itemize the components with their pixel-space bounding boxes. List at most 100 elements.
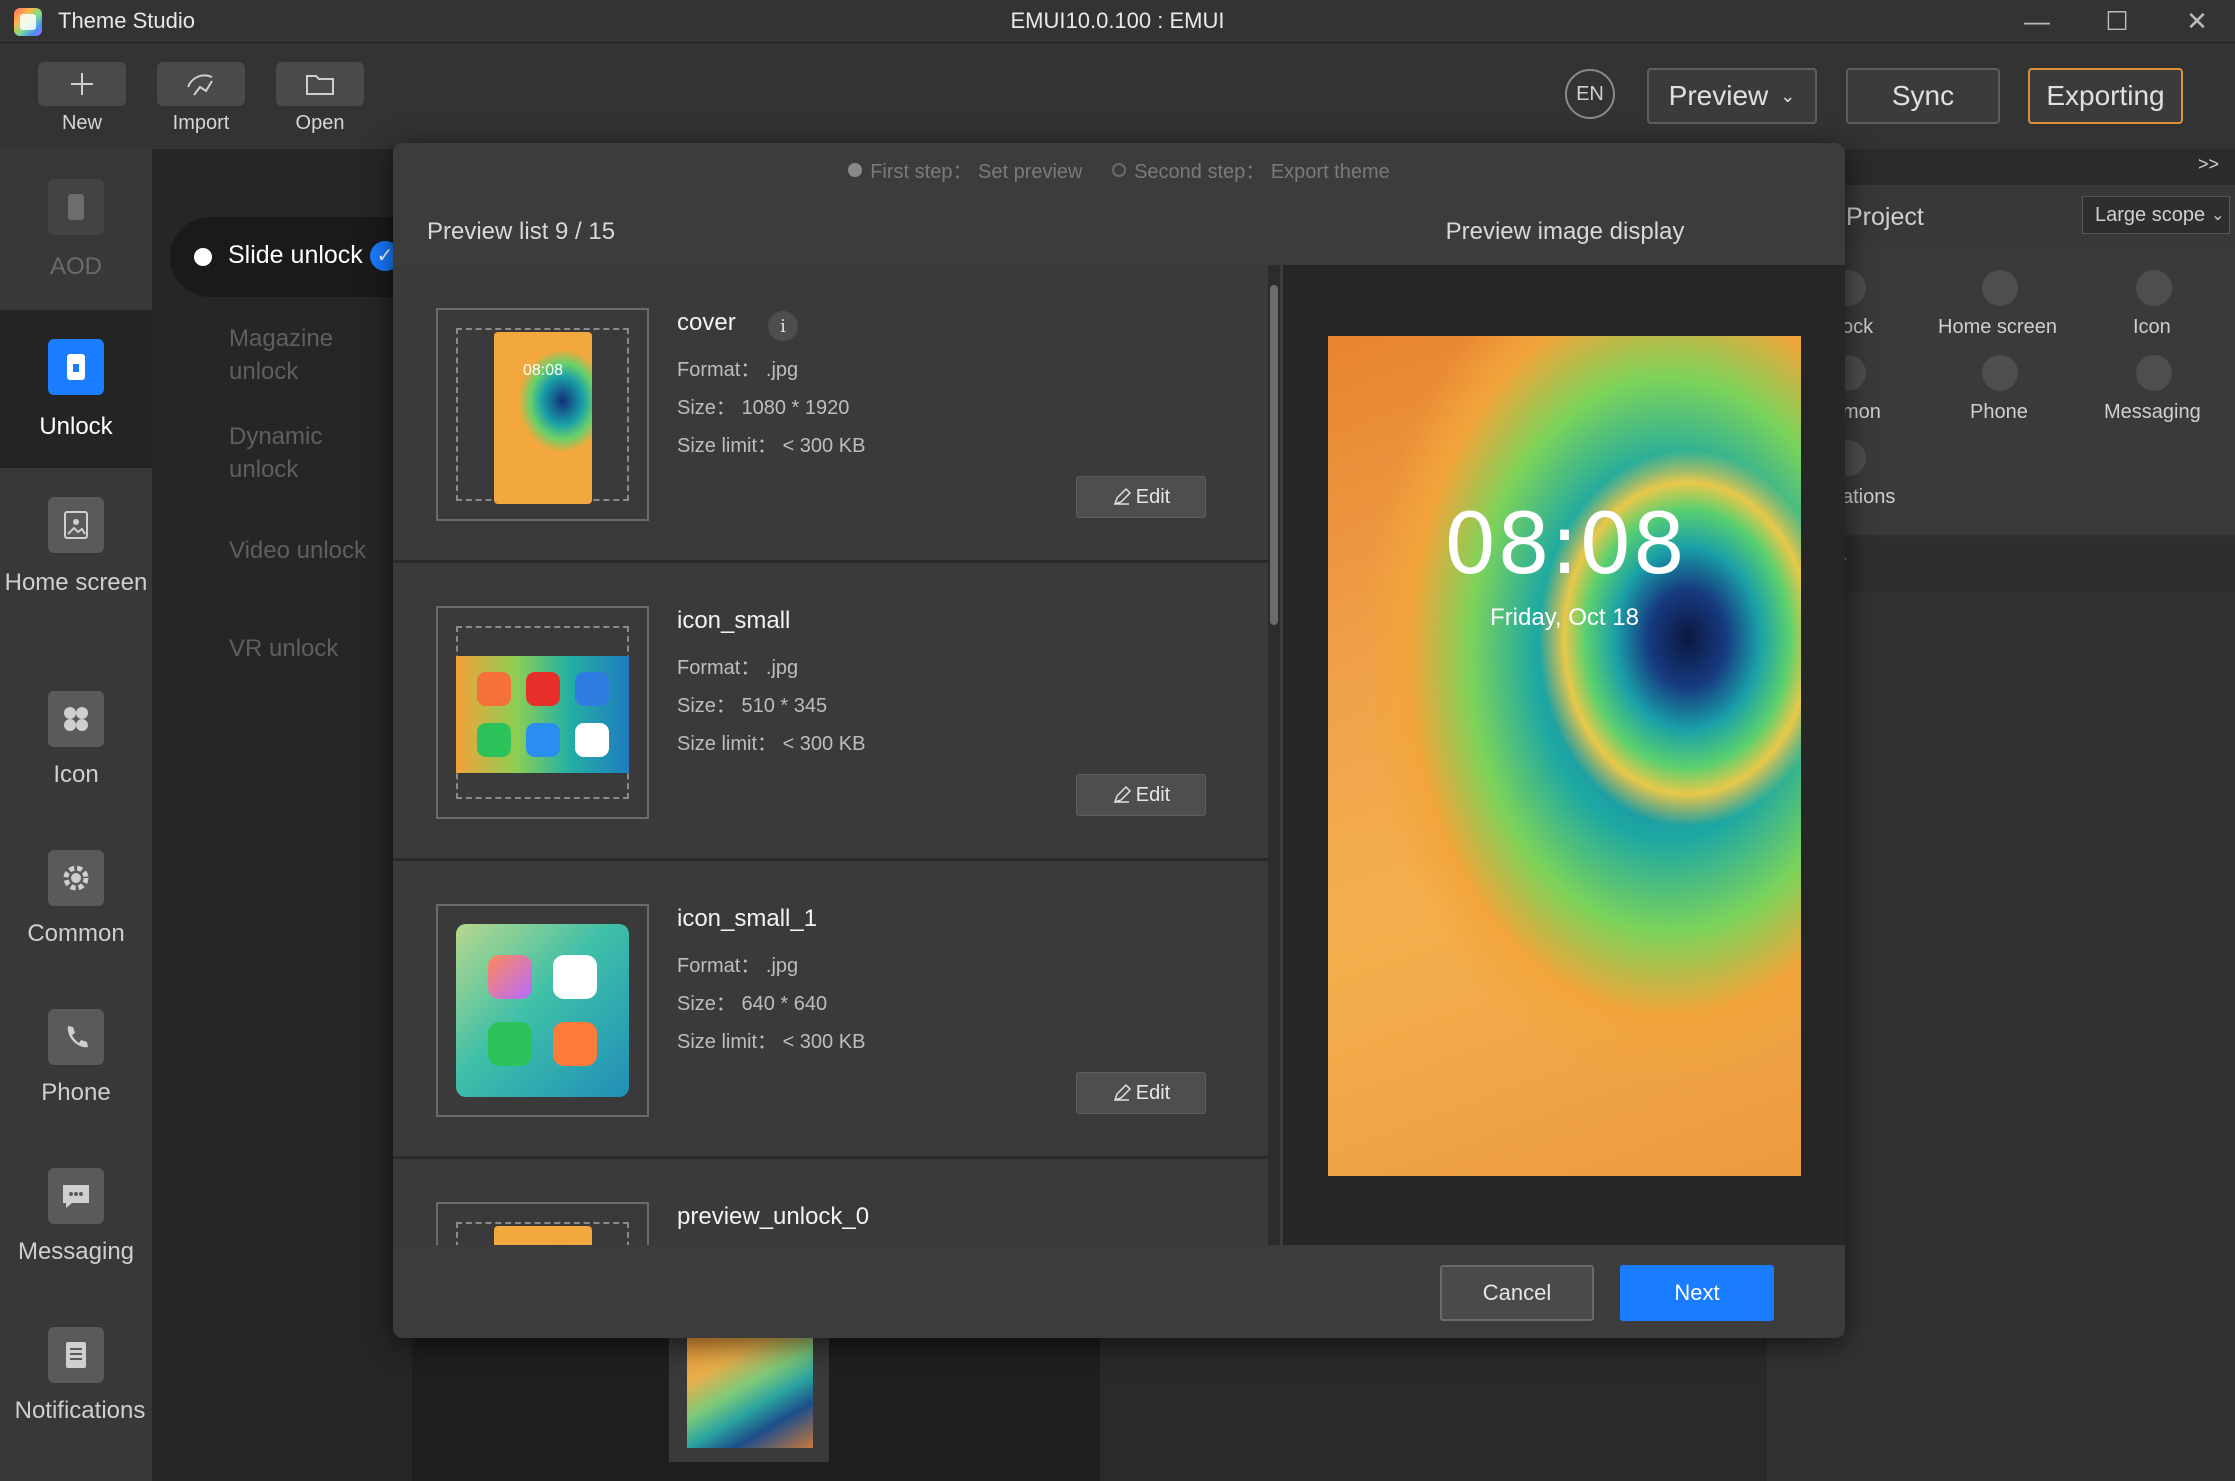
project-item-label: ock	[1842, 316, 1874, 338]
edit-button[interactable]: Edit	[1076, 1072, 1206, 1114]
info-icon[interactable]: i	[768, 311, 798, 341]
preview-list[interactable]: 08:08 cover i Format： .jpg Size： 1080 * …	[393, 265, 1271, 1245]
notifications-icon	[48, 1327, 104, 1383]
phone-icon	[48, 179, 104, 235]
cancel-button[interactable]: Cancel	[1440, 1265, 1594, 1321]
subnav-item-video-unlock[interactable]: Video unlock	[229, 534, 366, 567]
preview-thumbnail[interactable]	[436, 1202, 649, 1245]
step-1: First step： Set preview	[848, 155, 1083, 184]
pencil-icon	[1113, 785, 1131, 804]
step-2: Second step： Export theme	[1112, 155, 1390, 184]
step-1-label: First step： Set preview	[870, 161, 1083, 183]
panel-toggle-icon[interactable]: >>	[2198, 154, 2219, 175]
step-2-label: Second step： Export theme	[1134, 161, 1390, 183]
project-item-notifications[interactable]: ations	[1830, 440, 1940, 520]
preview-date: Friday, Oct 18	[1490, 604, 1639, 631]
sidebar-item-phone[interactable]: Phone	[0, 1005, 152, 1125]
maximize-icon[interactable]: ☐	[2077, 0, 2157, 43]
sidebar-item-common[interactable]: Common	[0, 846, 152, 966]
edit-button[interactable]: Edit	[1076, 774, 1206, 816]
preview-thumbnail[interactable]	[436, 606, 649, 819]
browser-icon	[574, 671, 609, 706]
preview-lockscreen-image	[1328, 336, 1801, 1176]
card-title: icon_small_1	[677, 905, 818, 932]
preview-thumbnail[interactable]: 08:08	[436, 308, 649, 521]
message-icon	[48, 1168, 104, 1224]
preview-dropdown[interactable]: Preview ⌄	[1647, 68, 1817, 124]
import-button[interactable]	[157, 62, 245, 106]
import-label: Import	[172, 112, 230, 134]
sidebar-item-messaging[interactable]: Messaging	[0, 1164, 152, 1284]
icon-grid-icon	[2136, 270, 2172, 306]
card-title: preview_unlock_0	[677, 1203, 870, 1230]
card-size-limit: Size limit： < 300 KB	[677, 733, 866, 755]
sidebar-item-home-screen[interactable]: Home screen	[0, 493, 152, 633]
new-button[interactable]	[38, 62, 126, 106]
open-label: Open	[295, 112, 345, 134]
project-item-icon[interactable]: Icon	[2120, 270, 2190, 360]
scope-select[interactable]: Large scope ⌄	[2082, 196, 2230, 234]
chevron-down-icon: ⌄	[2211, 207, 2225, 224]
home-screen-icon	[48, 497, 104, 553]
project-item-home-screen[interactable]: Home screen	[1920, 270, 2080, 360]
subnav-item-magazine-unlock[interactable]: Magazine unlock	[229, 322, 389, 388]
preview-card-preview-unlock-0: preview_unlock_0	[393, 1159, 1271, 1245]
contacts-icon	[525, 723, 560, 758]
sidebar-item-label: Home screen	[4, 569, 148, 596]
preview-display-title: Preview image display	[1445, 218, 1685, 245]
subnav-item-dynamic-unlock[interactable]: Dynamic unlock	[229, 420, 359, 486]
language-button[interactable]: EN	[1565, 69, 1615, 119]
subnav-item-slide-unlock[interactable]: Slide unlock ✓	[170, 217, 410, 297]
icon-small-mini-image	[456, 656, 629, 773]
phone-icon	[476, 723, 511, 758]
preview-card-cover: 08:08 cover i Format： .jpg Size： 1080 * …	[393, 265, 1271, 563]
project-label: Project	[1846, 203, 1924, 231]
sidebar-item-unlock[interactable]: Unlock	[0, 335, 152, 455]
scrollbar-thumb[interactable]	[1270, 285, 1278, 625]
project-item-label: Messaging	[2104, 401, 2201, 423]
open-button[interactable]	[276, 62, 364, 106]
export-button[interactable]: Exporting	[2028, 68, 2183, 124]
theme-icon	[487, 954, 532, 999]
camera-icon	[574, 723, 609, 758]
new-label: New	[61, 112, 102, 134]
phone-call-icon	[1982, 355, 2018, 391]
pencil-icon	[1113, 487, 1131, 506]
project-item-label: Home screen	[1938, 316, 2057, 338]
sync-button[interactable]: Sync	[1846, 68, 2000, 124]
lockscreen-mini-image	[494, 1226, 592, 1245]
sidebar-item-aod[interactable]: AOD	[0, 175, 152, 295]
card-title: icon_small	[677, 607, 791, 634]
gear-icon	[48, 850, 104, 906]
sidebar-item-label: Phone	[41, 1079, 111, 1106]
minimize-icon[interactable]: —	[1997, 0, 2077, 43]
card-size: Size： 510 * 345	[677, 695, 828, 717]
edit-button[interactable]: Edit	[1076, 476, 1206, 518]
card-format: Format： .jpg	[677, 955, 799, 977]
plus-icon	[71, 73, 93, 95]
next-button[interactable]: Next	[1620, 1265, 1774, 1321]
subnav-item-vr-unlock[interactable]: VR unlock	[229, 632, 338, 665]
card-title: cover	[677, 309, 736, 336]
preview-label: Preview	[1668, 80, 1769, 111]
card-size: Size： 1080 * 1920	[677, 397, 850, 419]
project-item-label: mon	[1842, 401, 1881, 423]
close-icon[interactable]: ✕	[2157, 0, 2235, 43]
sidebar-item-icon[interactable]: Icon	[0, 687, 152, 807]
preview-list-title: Preview list 9 / 15	[427, 218, 616, 245]
preview-clock: 08:08	[1443, 495, 1686, 593]
sidebar-item-notifications[interactable]: Notifications	[0, 1323, 152, 1443]
sidebar-item-label: Messaging	[17, 1238, 135, 1265]
card-format: Format： .jpg	[677, 359, 799, 381]
message-icon	[2136, 355, 2172, 391]
card-size-limit: Size limit： < 300 KB	[677, 435, 866, 457]
project-item-phone[interactable]: Phone	[1945, 355, 2055, 445]
preview-thumbnail[interactable]	[436, 904, 649, 1117]
project-item-messaging[interactable]: Messaging	[2100, 355, 2230, 445]
edit-label: Edit	[1135, 485, 1171, 508]
active-dot-icon	[194, 248, 212, 266]
edit-label: Edit	[1135, 783, 1171, 806]
card-size: Size： 640 * 640	[677, 993, 828, 1015]
card-format: Format： .jpg	[677, 657, 799, 679]
camera-icon	[553, 954, 598, 999]
